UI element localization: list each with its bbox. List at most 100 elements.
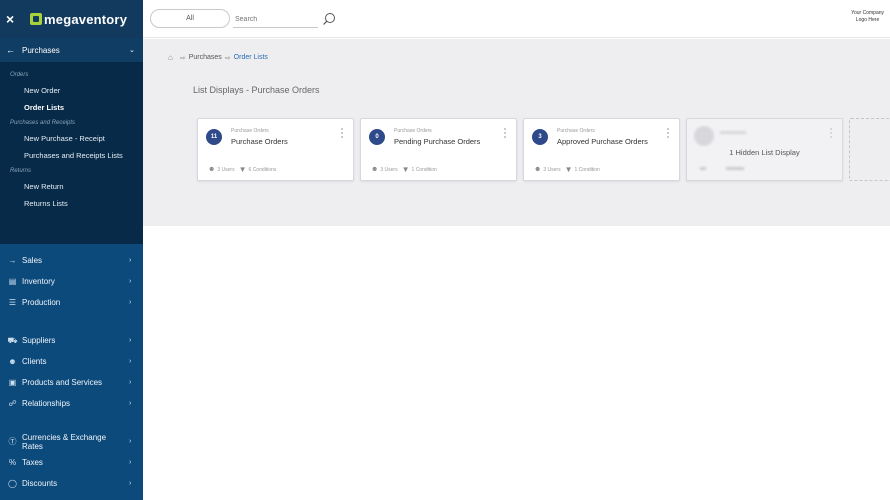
- sidebar-header: × megaventory: [0, 0, 143, 38]
- card-category: Purchase Orders: [394, 128, 432, 134]
- currency-icon: Ⓣ: [8, 437, 17, 446]
- submenu-item-new-return[interactable]: New Return: [0, 178, 143, 195]
- logo[interactable]: megaventory: [30, 12, 127, 27]
- more-options-icon[interactable]: [341, 128, 344, 140]
- sidebar-item-clients[interactable]: ☻ Clients ›: [0, 351, 143, 372]
- card-conditions: 1 Condition: [574, 166, 600, 173]
- search-input[interactable]: [233, 12, 318, 28]
- search-icon[interactable]: [322, 12, 336, 26]
- users-icon: ☻: [208, 166, 216, 173]
- card-footer: ☻ 3 Users ▼ 1 Condition: [371, 165, 437, 174]
- sidebar-group-contacts: ⛟ Suppliers › ☻ Clients › ▣ Products and…: [0, 330, 143, 414]
- list-display-card[interactable]: 3 Purchase Orders Approved Purchase Orde…: [523, 118, 680, 181]
- more-options-icon[interactable]: [667, 128, 670, 140]
- chevron-down-icon: ⌄: [129, 47, 135, 54]
- percent-icon: %: [8, 458, 17, 467]
- chevron-right-icon: ›: [129, 480, 132, 487]
- sidebar-item-label: Purchases: [22, 45, 60, 55]
- warehouse-icon: ▤: [8, 277, 17, 286]
- sidebar-group-operations: → Sales › ▤ Inventory › ☰ Production ›: [0, 250, 143, 313]
- hidden-count-label[interactable]: 1 Hidden List Display: [687, 148, 842, 157]
- breadcrumb-parent[interactable]: Purchases: [189, 54, 222, 61]
- breadcrumb-arrow-icon: ⇨: [179, 54, 186, 62]
- card-footer: ☻ 3 Users ▼ 6 Conditions: [208, 165, 276, 174]
- placeholder-line: [700, 167, 706, 170]
- filter-icon: ▼: [401, 165, 410, 174]
- sidebar-item-sales[interactable]: → Sales ›: [0, 250, 143, 271]
- chevron-right-icon: ›: [129, 438, 132, 445]
- count-badge: 11: [206, 129, 222, 145]
- sidebar-item-currencies[interactable]: Ⓣ Currencies & Exchange Rates ›: [0, 431, 143, 452]
- card-users: 3 Users: [543, 166, 561, 173]
- sidebar-item-suppliers[interactable]: ⛟ Suppliers ›: [0, 330, 143, 351]
- logo-text: megaventory: [44, 11, 128, 27]
- purchases-submenu: Orders New Order Order Lists Purchases a…: [0, 62, 143, 244]
- breadcrumb: ⌂ ⇨ Purchases ⇨ Order Lists: [168, 53, 268, 62]
- tag-icon: ◯: [8, 479, 17, 488]
- placeholder-avatar: [694, 126, 714, 146]
- card-title[interactable]: Pending Purchase Orders: [394, 137, 480, 146]
- back-arrow-icon[interactable]: ←: [6, 45, 22, 55]
- card-users: 3 Users: [380, 166, 398, 173]
- filter-icon: ▼: [238, 165, 247, 174]
- placeholder-line: [720, 131, 746, 134]
- list-display-card[interactable]: 11 Purchase Orders Purchase Orders ☻ 3 U…: [197, 118, 354, 181]
- count-badge: 0: [369, 129, 385, 145]
- card-title[interactable]: Purchase Orders: [231, 137, 288, 146]
- home-icon[interactable]: ⌂: [168, 53, 173, 62]
- logo-mark-icon: [30, 13, 42, 25]
- sidebar-item-products-services[interactable]: ▣ Products and Services ›: [0, 372, 143, 393]
- sidebar-item-label: Production: [22, 298, 61, 307]
- company-logo[interactable]: Your Company Logo Here: [851, 10, 884, 23]
- search-scope-select[interactable]: All: [150, 9, 230, 28]
- sidebar-item-taxes[interactable]: % Taxes ›: [0, 452, 143, 473]
- sidebar-item-label: Currencies & Exchange Rates: [22, 432, 107, 451]
- card-conditions: 6 Conditions: [248, 166, 277, 173]
- sidebar-item-label: Discounts: [22, 479, 58, 488]
- truck-icon: ⛟: [7, 335, 18, 345]
- topbar: All Your Company Logo Here: [143, 0, 890, 38]
- sidebar-item-label: Sales: [22, 256, 43, 265]
- sidebar-item-label: Inventory: [22, 277, 55, 286]
- sidebar-item-inventory[interactable]: ▤ Inventory ›: [0, 271, 143, 292]
- card-title[interactable]: Approved Purchase Orders: [557, 137, 648, 146]
- sidebar-item-relationships[interactable]: ☍ Relationships ›: [0, 393, 143, 414]
- sidebar-item-label: Products and Services: [22, 378, 103, 387]
- card-footer: ☻ 3 Users ▼ 1 Condition: [534, 165, 600, 174]
- submenu-item-new-order[interactable]: New Order: [0, 82, 143, 99]
- box-icon: ▣: [8, 378, 17, 387]
- sidebar-group-settings: Ⓣ Currencies & Exchange Rates › % Taxes …: [0, 431, 143, 494]
- chevron-right-icon: ›: [129, 400, 132, 407]
- submenu-item-purchases-receipts-lists[interactable]: Purchases and Receipts Lists: [0, 147, 143, 164]
- list-display-card[interactable]: 0 Purchase Orders Pending Purchase Order…: [360, 118, 517, 181]
- more-options-icon[interactable]: [504, 128, 507, 140]
- count-badge: 3: [532, 129, 548, 145]
- users-icon: ☻: [371, 166, 379, 173]
- chevron-right-icon: ›: [129, 257, 132, 264]
- add-list-display-card[interactable]: [849, 118, 890, 181]
- sidebar-item-purchases[interactable]: ← Purchases ⌄: [0, 38, 143, 62]
- sidebar-item-label: Relationships: [22, 399, 71, 408]
- more-options-icon: [830, 128, 833, 140]
- card-category: Purchase Orders: [557, 128, 595, 134]
- sidebar-item-label: Taxes: [22, 458, 43, 467]
- clients-icon: ☻: [8, 357, 17, 366]
- sidebar-item-production[interactable]: ☰ Production ›: [0, 292, 143, 313]
- sidebar-item-discounts[interactable]: ◯ Discounts ›: [0, 473, 143, 494]
- company-logo-line1: Your Company: [851, 10, 884, 16]
- chevron-right-icon: ›: [129, 358, 132, 365]
- breadcrumb-current[interactable]: Order Lists: [234, 54, 268, 61]
- page-title: List Displays - Purchase Orders: [193, 85, 320, 95]
- breadcrumb-arrow-icon: ⇨: [224, 54, 231, 62]
- close-icon[interactable]: ×: [6, 11, 26, 27]
- sidebar-item-label: Suppliers: [22, 336, 56, 345]
- chevron-right-icon: ›: [129, 337, 132, 344]
- hidden-list-display-card[interactable]: 1 Hidden List Display: [686, 118, 843, 181]
- chevron-right-icon: ›: [129, 459, 132, 466]
- chevron-right-icon: ›: [129, 379, 132, 386]
- sidebar-item-label: Clients: [22, 357, 47, 366]
- submenu-item-new-purchase-receipt[interactable]: New Purchase - Receipt: [0, 130, 143, 147]
- submenu-item-order-lists[interactable]: Order Lists: [0, 99, 143, 116]
- submenu-item-returns-lists[interactable]: Returns Lists: [0, 195, 143, 212]
- users-icon: ☻: [534, 166, 542, 173]
